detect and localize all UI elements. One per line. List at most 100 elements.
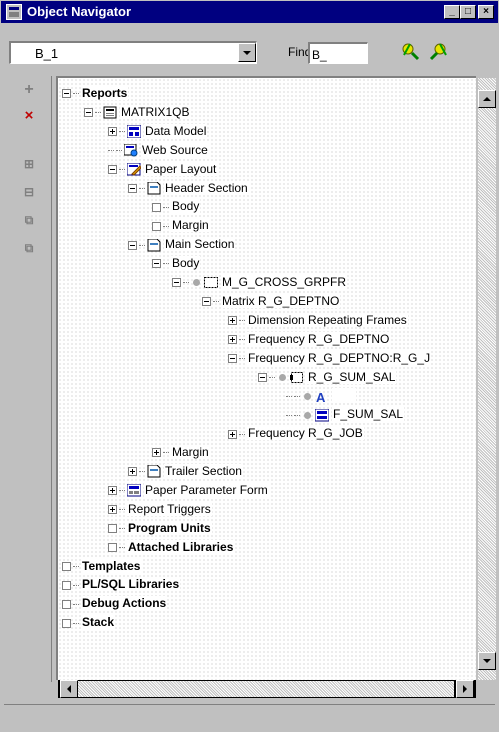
- expand-toggle-icon[interactable]: [108, 505, 117, 515]
- expand-toggle-icon[interactable]: [228, 429, 237, 439]
- tree-node-label: PL/SQL Libraries: [81, 577, 181, 592]
- create-icon[interactable]: +: [21, 82, 37, 98]
- horizontal-scroll-track[interactable]: [78, 681, 454, 697]
- object-marker-icon: [193, 279, 200, 287]
- tree-node[interactable]: Margin: [152, 443, 210, 461]
- scroll-left-button[interactable]: [60, 680, 78, 698]
- delete-icon[interactable]: ×: [21, 108, 37, 124]
- tree-node[interactable]: Body: [152, 197, 201, 215]
- tree-node[interactable]: M_G_CROSS_GRPFR: [172, 273, 348, 291]
- expand-toggle-icon[interactable]: [108, 127, 117, 137]
- tree-node[interactable]: Dimension Repeating Frames: [228, 311, 408, 329]
- tree-node[interactable]: Program Units: [108, 519, 212, 537]
- empty-node-icon: [108, 524, 117, 534]
- tree-connector: [239, 320, 245, 322]
- tree-node[interactable]: Paper Layout: [108, 160, 218, 178]
- collapse-toggle-icon[interactable]: [84, 108, 93, 118]
- tree-node[interactable]: Header Section: [128, 179, 249, 197]
- expand-toggle-icon[interactable]: [128, 467, 137, 477]
- collapse-all-icon[interactable]: ⧉: [21, 240, 37, 256]
- expand-all-icon[interactable]: ⧉: [21, 212, 37, 228]
- tree-node[interactable]: PL/SQL Libraries: [62, 575, 181, 593]
- expand-icon[interactable]: ⊞: [21, 156, 37, 172]
- find-previous-button[interactable]: [428, 40, 450, 62]
- collapse-toggle-icon[interactable]: [152, 259, 161, 269]
- vertical-scrollbar[interactable]: [478, 78, 496, 680]
- collapse-toggle-icon[interactable]: [108, 164, 117, 174]
- title-bar[interactable]: Object Navigator _ □ ×: [1, 1, 498, 23]
- maximize-button[interactable]: □: [460, 5, 476, 19]
- expand-toggle-icon[interactable]: [228, 335, 237, 345]
- empty-node-icon: [62, 618, 71, 628]
- tree-node-label: MATRIX1QB: [120, 104, 191, 119]
- tree-connector: [239, 339, 245, 341]
- empty-node-icon: [152, 221, 161, 231]
- tree-node[interactable]: MATRIX1QB: [84, 103, 191, 121]
- minimize-button[interactable]: _: [444, 5, 460, 19]
- context-combo[interactable]: B_1: [9, 41, 257, 64]
- close-button[interactable]: ×: [478, 5, 494, 19]
- tree-node[interactable]: Frequency R_G_DEPTNO: [228, 330, 391, 348]
- empty-node-icon: [108, 542, 117, 552]
- tree-node-label: Debug Actions: [81, 596, 168, 611]
- tree-node[interactable]: Stack: [62, 613, 116, 631]
- tree-node[interactable]: Matrix R_G_DEPTNO: [202, 292, 341, 310]
- tree-node-label: Margin: [171, 218, 210, 233]
- horizontal-scrollbar[interactable]: [58, 680, 476, 698]
- empty-node-icon: [62, 580, 71, 590]
- tree-node[interactable]: Main Section: [128, 235, 236, 253]
- scroll-right-button[interactable]: [456, 680, 474, 698]
- tree-node-label: Matrix R_G_DEPTNO: [221, 293, 341, 308]
- tree-node[interactable]: Margin: [152, 216, 210, 234]
- tree-node-label: Margin: [171, 445, 210, 460]
- find-next-button[interactable]: [400, 40, 422, 62]
- tree-node-label: Paper Parameter Form: [144, 482, 269, 497]
- tree-connector: [286, 395, 292, 397]
- expand-toggle-icon[interactable]: [152, 448, 161, 458]
- tree-connector: [119, 528, 125, 530]
- tree-node[interactable]: Frequency R_G_DEPTNO:R_G_J: [228, 349, 432, 367]
- combo-dropdown-button[interactable]: [238, 43, 256, 62]
- object-tree[interactable]: Reports MATRIX1QB Data Model Web Source Pape…: [56, 76, 476, 680]
- collapse-icon[interactable]: ⊟: [21, 184, 37, 200]
- collapse-toggle-icon[interactable]: [202, 297, 211, 307]
- tree-node[interactable]: Reports: [62, 84, 129, 102]
- object-navigator-window: Object Navigator _ □ × B_1 Find: + × ⊞ ⊟…: [0, 0, 499, 732]
- tree-node[interactable]: Web Source: [108, 141, 209, 159]
- find-next-icon: [402, 43, 420, 61]
- tree-node[interactable]: Report Triggers: [108, 500, 212, 518]
- repeating-frame-icon: [290, 371, 304, 384]
- expand-toggle-icon[interactable]: [228, 316, 237, 326]
- collapse-toggle-icon[interactable]: [128, 183, 137, 193]
- tree-node[interactable]: R_G_SUM_SAL: [258, 368, 397, 386]
- expand-toggle-icon[interactable]: [108, 486, 117, 496]
- scroll-down-button[interactable]: [478, 652, 496, 670]
- selected-node-label: B_1: [332, 388, 357, 403]
- tree-connector: [286, 414, 292, 416]
- scroll-up-button[interactable]: [478, 90, 496, 108]
- tree-node[interactable]: Debug Actions: [62, 594, 168, 612]
- arrow-left-icon: [67, 685, 71, 693]
- tree-node[interactable]: Templates: [62, 557, 142, 575]
- tree-connector: [269, 376, 275, 378]
- tree-node[interactable]: Paper Parameter Form: [108, 481, 269, 499]
- collapse-toggle-icon[interactable]: [228, 353, 237, 363]
- tree-node[interactable]: Data Model: [108, 122, 208, 140]
- collapse-toggle-icon[interactable]: [62, 89, 71, 99]
- tree-node[interactable]: Trailer Section: [128, 462, 243, 480]
- tree-node[interactable]: F_SUM_SAL: [286, 405, 405, 423]
- tree-connector: [116, 150, 122, 152]
- tree-node[interactable]: Attached Libraries: [108, 538, 235, 556]
- collapse-toggle-icon[interactable]: [172, 278, 181, 288]
- tree-connector: [139, 244, 145, 246]
- tree-node[interactable]: Body: [152, 254, 201, 272]
- find-input[interactable]: [308, 42, 368, 64]
- arrow-right-icon: [463, 685, 467, 693]
- tree-node-label: F_SUM_SAL: [332, 407, 405, 422]
- collapse-toggle-icon[interactable]: [258, 372, 267, 382]
- collapse-toggle-icon[interactable]: [128, 240, 137, 250]
- tree-node[interactable]: Frequency R_G_JOB: [228, 424, 364, 442]
- tree-node[interactable]: A B_1: [286, 386, 357, 405]
- tree-node-label: Report Triggers: [127, 501, 212, 516]
- tree-connector: [139, 471, 145, 473]
